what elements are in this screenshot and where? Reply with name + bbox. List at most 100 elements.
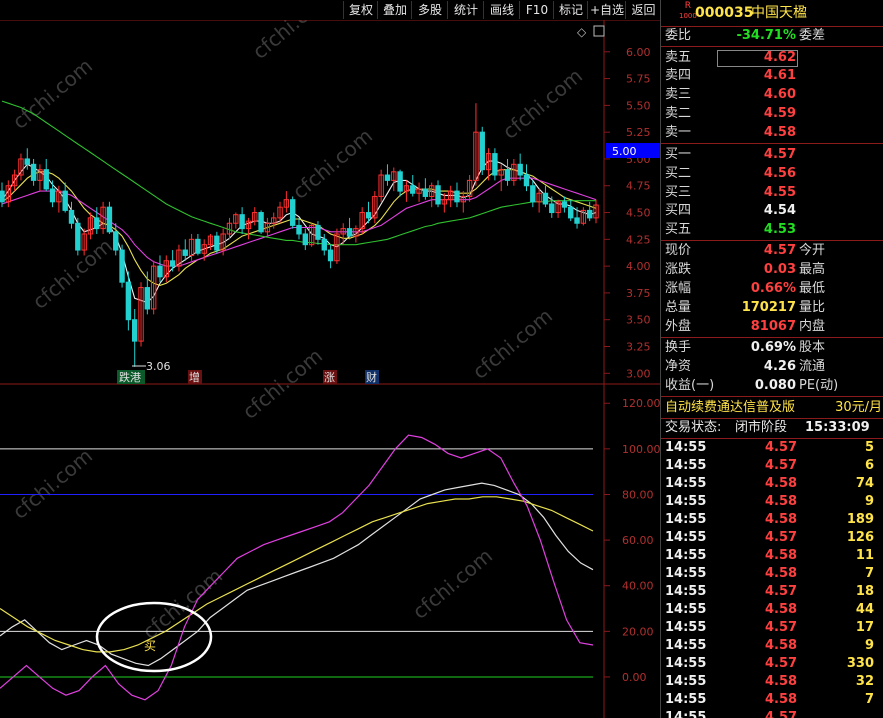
candle[interactable] — [542, 192, 549, 205]
candle[interactable] — [62, 190, 68, 211]
bid-row[interactable]: 买五 4.53 — [661, 221, 883, 239]
chart-canvas[interactable]: cfchi.com cfchi.com cfchi.com cfchi.com cfch… — [0, 0, 660, 718]
tick-volume: 11 — [855, 548, 874, 563]
candle[interactable] — [43, 169, 49, 190]
candle[interactable] — [321, 238, 327, 251]
price-axis-label: 5.25 — [626, 126, 651, 139]
candle[interactable] — [24, 158, 30, 165]
tick-time: 14:55 — [665, 548, 707, 563]
candle[interactable] — [75, 222, 81, 251]
candle[interactable] — [365, 212, 372, 219]
candle[interactable] — [296, 224, 302, 235]
event-marker[interactable]: 财 — [366, 370, 377, 384]
candle[interactable] — [568, 206, 574, 219]
indicator-axis-label: 100.00 — [622, 443, 660, 456]
candle[interactable] — [258, 212, 264, 233]
candle[interactable] — [549, 203, 555, 214]
indicator-axis-label: 0.00 — [622, 671, 647, 684]
watermark-text: cfchi.com — [498, 64, 587, 144]
candle[interactable] — [214, 235, 220, 251]
stock-header[interactable]: R 1000 000035 中国天楹 — [661, 1, 883, 24]
candle[interactable] — [523, 174, 530, 187]
candle[interactable] — [30, 163, 37, 181]
candle[interactable] — [195, 238, 201, 254]
tick-row: 14:55 4.57 6 — [661, 457, 883, 475]
tick-row: 14:55 4.58 11 — [661, 547, 883, 565]
event-marker[interactable]: 涨 — [324, 371, 335, 384]
add-favorite-button[interactable]: +自选 — [587, 1, 626, 19]
candle[interactable] — [182, 249, 188, 256]
candle[interactable] — [586, 209, 593, 219]
bid-row[interactable]: 买二 4.56 — [661, 165, 883, 183]
overlay-button[interactable]: 叠加 — [377, 1, 412, 19]
kline-chart-area[interactable]: cfchi.com cfchi.com cfchi.com cfchi.com cfch… — [0, 0, 660, 718]
candle[interactable] — [574, 217, 580, 224]
candle[interactable] — [68, 209, 75, 224]
statistics-button[interactable]: 统计 — [447, 1, 484, 19]
stat-label: 外盘 — [665, 319, 692, 334]
candle[interactable] — [94, 217, 100, 230]
candle[interactable] — [561, 201, 568, 208]
event-marker[interactable]: 增 — [189, 370, 200, 384]
stat-value: 81067 — [750, 319, 796, 334]
ask-row[interactable]: 卖一 4.58 — [661, 124, 883, 142]
candle[interactable] — [119, 249, 125, 283]
candle[interactable] — [492, 153, 498, 176]
ad-text[interactable]: 自动续费通达信普及版 — [665, 399, 795, 417]
price-axis-label: 6.00 — [626, 46, 651, 59]
candle[interactable] — [239, 214, 245, 230]
bid-row[interactable]: 买四 4.54 — [661, 202, 883, 220]
candle[interactable] — [289, 199, 296, 226]
candle[interactable] — [517, 163, 523, 176]
ask-row[interactable]: 卖二 4.59 — [661, 105, 883, 123]
price-axis: 6.00 5.75 5.50 5.25 5.00 4.75 4.50 4.25 4.00 3.75… — [604, 46, 651, 380]
bid-row[interactable]: 买三 4.55 — [661, 184, 883, 202]
candle[interactable] — [302, 233, 309, 246]
candle[interactable] — [530, 185, 536, 203]
tick-price: 4.58 — [765, 476, 798, 491]
candle[interactable] — [106, 206, 113, 233]
multi-stock-button[interactable]: 多股 — [411, 1, 448, 19]
divider — [661, 240, 883, 241]
tick-row: 14:55 4.58 32 — [661, 673, 883, 691]
candle[interactable] — [0, 190, 5, 203]
candle[interactable] — [169, 260, 176, 267]
candle[interactable] — [479, 131, 485, 171]
candle[interactable] — [157, 265, 163, 278]
back-button[interactable]: 返回 — [625, 1, 661, 19]
candle[interactable] — [435, 185, 441, 205]
ad-price[interactable]: 30元/月 — [835, 399, 882, 417]
candle[interactable] — [125, 281, 132, 321]
candle[interactable] — [113, 231, 119, 251]
diamond-icon[interactable]: ◇ — [577, 25, 587, 39]
candle[interactable] — [504, 169, 511, 181]
ask-row[interactable]: 卖三 4.60 — [661, 86, 883, 104]
candle[interactable] — [346, 228, 353, 237]
mark-button[interactable]: 标记 — [553, 1, 588, 19]
draw-line-button[interactable]: 画线 — [483, 1, 520, 19]
candle[interactable] — [144, 287, 151, 310]
bid-row[interactable]: 买一 4.57 — [661, 146, 883, 164]
fuquan-button[interactable]: 复权 — [343, 1, 378, 19]
candle[interactable] — [397, 171, 403, 192]
f10-button[interactable]: F10 — [519, 1, 554, 19]
subscription-ad[interactable]: 自动续费通达信普及版 30元/月 — [661, 399, 883, 417]
candle[interactable] — [49, 188, 56, 203]
candle[interactable] — [132, 319, 138, 342]
candle[interactable] — [384, 174, 391, 181]
candlesticks[interactable] — [0, 103, 599, 367]
ask-row[interactable]: 卖五 4.62 — [661, 49, 883, 67]
candle[interactable] — [454, 190, 460, 203]
candle[interactable] — [422, 188, 429, 197]
ask-label: 卖三 — [665, 87, 692, 102]
stat-row: 总量 170217 量比 — [661, 299, 883, 317]
candle[interactable] — [315, 224, 321, 240]
stat-label: 收益(一) — [665, 378, 715, 393]
stat-label-2: 最低 — [799, 281, 826, 296]
ask-row[interactable]: 卖四 4.61 — [661, 67, 883, 85]
tick-time: 14:55 — [665, 638, 707, 653]
window-icon[interactable] — [593, 25, 605, 37]
candle[interactable] — [327, 249, 334, 262]
candle[interactable] — [410, 185, 416, 194]
event-marker[interactable]: 跌港 — [119, 370, 141, 384]
